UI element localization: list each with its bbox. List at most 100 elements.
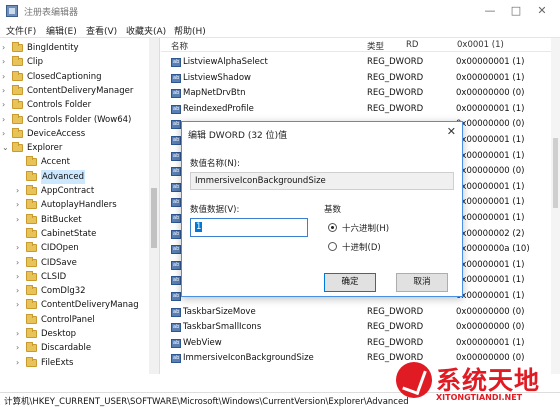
column-name[interactable]: 名称	[171, 40, 188, 52]
value-data: 0x00000001 (1)	[456, 291, 525, 301]
tree-item-label: Controls Folder (Wow64)	[27, 114, 132, 125]
tree-scrollbar[interactable]	[149, 38, 159, 374]
reg-value-icon	[171, 195, 181, 210]
value-row[interactable]: MapNetDrvBtn REG_DWORD 0x00000000 (0)	[161, 86, 560, 101]
reg-value-icon	[171, 227, 181, 242]
tree-item-label: DeviceAccess	[27, 128, 86, 139]
menu-file[interactable]: 文件(F)	[6, 24, 36, 37]
folder-icon	[12, 70, 23, 81]
tree-item-label: ContentDeliveryManag	[41, 300, 139, 311]
dec-radio-label[interactable]: 十进制(D)	[342, 241, 381, 253]
value-row[interactable]: WebView REG_DWORD 0x00000001 (1)	[161, 336, 560, 351]
value-data: 0x00000001 (1)	[456, 259, 525, 270]
folder-icon	[26, 213, 37, 224]
tree-item-label: BingIdentity	[27, 43, 79, 53]
column-type[interactable]: 类型	[367, 40, 384, 52]
value-row[interactable]: ListviewShadow REG_DWORD 0x00000001 (1)	[161, 71, 560, 86]
folder-icon	[26, 285, 37, 296]
registry-tree[interactable]: › BingIdentity › Clip › ClosedCaptioning › Cont…	[0, 38, 160, 374]
reg-value-icon	[171, 164, 181, 179]
folder-icon	[26, 299, 37, 310]
value-row[interactable]: TaskbarSizeMove REG_DWORD 0x00000000 (0)	[161, 305, 560, 320]
tree-expand-icon[interactable]: ›	[16, 256, 24, 270]
value-name: ImmersiveIconBackgroundSize	[183, 353, 314, 364]
tree-expand-icon[interactable]: ›	[16, 327, 24, 341]
tree-expand-icon[interactable]: ›	[2, 113, 10, 127]
values-scrollbar[interactable]	[551, 38, 560, 374]
tree-item-label: CabinetState	[41, 228, 97, 239]
value-name: ListviewAlphaSelect	[183, 57, 268, 67]
value-name: ListviewShadow	[183, 72, 251, 83]
folder-icon	[12, 99, 23, 110]
value-type: REG_DWORD	[367, 322, 424, 333]
hex-radio[interactable]	[328, 223, 337, 232]
base-group-label: 基数	[324, 205, 342, 215]
tree-expand-icon[interactable]: ›	[16, 198, 24, 212]
tree-expand-icon[interactable]: ›	[16, 213, 24, 227]
tree-expand-icon[interactable]: ›	[16, 341, 24, 355]
value-data: 0x0000000a (10)	[456, 244, 530, 255]
logo-url: XITONGTIANDI.NET	[436, 393, 523, 402]
value-row[interactable]: ListviewAlphaSelect REG_DWORD 0x00000001 (…	[161, 55, 560, 70]
maximize-button[interactable]: □	[508, 4, 524, 18]
ok-button[interactable]: 确定	[324, 273, 376, 292]
tree-expand-icon[interactable]: ›	[16, 298, 24, 312]
value-row[interactable]: TaskbarSmallIcons REG_DWORD 0x00000000 (0)	[161, 320, 560, 335]
menu-favorites[interactable]: 收藏夹(A)	[126, 24, 166, 37]
folder-icon	[12, 142, 23, 153]
column-header: 名称 类型 RD 0x0001 (1)	[161, 38, 560, 52]
partial-type-text: RD	[406, 40, 419, 50]
value-data: 0x00000000 (0)	[456, 88, 525, 99]
value-row[interactable]: ReindexedProfile REG_DWORD 0x00000001 (1)	[161, 102, 560, 117]
tree-item-label: ControlPanel	[41, 314, 95, 325]
folder-icon	[26, 270, 37, 281]
value-data: 0x00000001 (1)	[456, 181, 525, 192]
values-scroll-thumb[interactable]	[553, 138, 558, 208]
tree-expand-icon[interactable]: ›	[2, 41, 10, 55]
value-data: 0x00000001 (1)	[456, 197, 525, 208]
folder-icon	[26, 156, 37, 167]
tree-item-label: ContentDeliveryManager	[27, 85, 134, 96]
tree-item-label: CIDOpen	[41, 243, 79, 254]
tree-expand-icon[interactable]: ›	[2, 98, 10, 112]
folder-icon	[26, 185, 37, 195]
menu-view[interactable]: 查看(V)	[86, 24, 117, 37]
logo-mark-icon	[396, 362, 432, 398]
hex-radio-label[interactable]: 十六进制(H)	[342, 222, 389, 234]
close-button[interactable]: ✕	[534, 4, 550, 18]
menu-help[interactable]: 帮助(H)	[174, 24, 206, 37]
value-data-input[interactable]: 1	[190, 218, 308, 237]
regedit-icon	[6, 5, 18, 17]
tree-item-label: Explorer	[27, 143, 63, 154]
value-data: 0x00000001 (1)	[456, 213, 525, 223]
tree-expand-icon[interactable]: ›	[16, 356, 24, 370]
menu-edit[interactable]: 编辑(E)	[46, 24, 77, 37]
reg-value-icon	[171, 320, 181, 335]
value-name-label: 数值名称(N):	[190, 159, 240, 169]
edit-dword-dialog: 编辑 DWORD (32 位)值 ✕ 数值名称(N): ImmersiveIco…	[181, 121, 463, 297]
tree-expand-icon[interactable]: ›	[16, 184, 24, 198]
reg-value-icon	[171, 258, 181, 273]
tree-expand-icon[interactable]: ›	[2, 70, 10, 84]
reg-value-icon	[171, 71, 181, 86]
tree-scroll-thumb[interactable]	[151, 188, 157, 248]
cancel-button[interactable]: 取消	[396, 273, 448, 292]
tree-expand-icon[interactable]: ›	[2, 55, 10, 69]
tree-item-label: AutoplayHandlers	[41, 200, 117, 211]
tree-expand-icon[interactable]: ›	[16, 284, 24, 298]
reg-value-icon	[171, 180, 181, 195]
site-logo: 系统天地 XITONGTIANDI.NET	[396, 358, 560, 407]
dialog-close-icon[interactable]: ✕	[447, 125, 456, 138]
tree-expand-icon[interactable]: ⌄	[2, 141, 10, 155]
reg-value-icon	[171, 351, 181, 366]
value-data: 0x00000001 (1)	[456, 337, 525, 348]
tree-expand-icon[interactable]: ›	[2, 84, 10, 98]
minimize-button[interactable]: —	[482, 4, 498, 18]
tree-expand-icon[interactable]: ›	[16, 241, 24, 255]
dec-radio[interactable]	[328, 242, 337, 251]
tree-expand-icon[interactable]: ›	[16, 270, 24, 284]
tree-item-label: Clip	[27, 57, 44, 68]
value-type: REG_DWORD	[367, 72, 424, 83]
tree-expand-icon[interactable]: ›	[2, 127, 10, 141]
reg-value-icon	[171, 149, 181, 164]
